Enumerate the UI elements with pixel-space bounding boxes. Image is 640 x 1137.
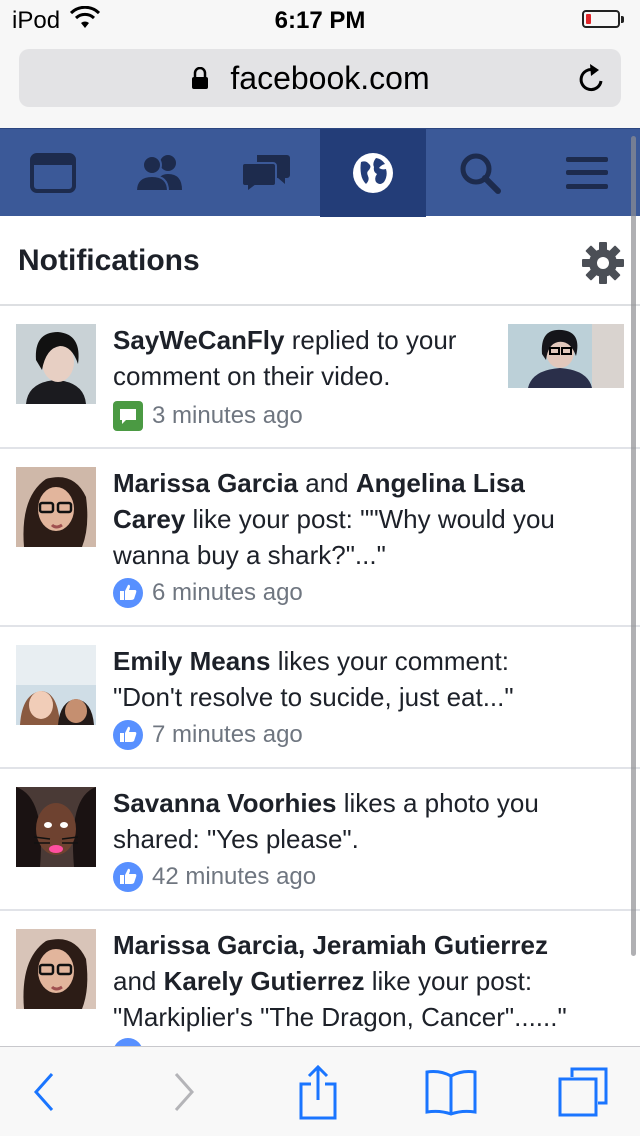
clock: 6:17 PM — [274, 7, 366, 34]
avatar — [16, 929, 96, 1009]
notification-item[interactable]: Savanna Voorhies likes a photo you share… — [0, 769, 640, 911]
share-button[interactable] — [278, 1047, 358, 1137]
search-tab[interactable] — [427, 129, 533, 217]
battery-icon — [582, 10, 624, 28]
notification-text: Marissa Garcia, Jeramiah Gutierrez and K… — [113, 930, 567, 1032]
notification-text: Emily Means likes your comment: "Don't r… — [113, 646, 514, 712]
notification-time: 3 minutes ago — [152, 402, 303, 429]
notifications-header: Notifications — [0, 216, 640, 306]
avatar — [16, 324, 96, 404]
notification-meta: 7 minutes ago — [113, 719, 303, 751]
like-icon — [113, 1038, 143, 1046]
notifications-tab[interactable] — [320, 129, 426, 217]
back-arrow-icon — [33, 1073, 54, 1111]
like-icon — [113, 720, 143, 750]
search-icon — [460, 153, 501, 194]
status-bar: iPod 6:17 PM — [0, 0, 640, 42]
news-feed-tab[interactable] — [0, 129, 106, 217]
share-icon — [299, 1064, 337, 1120]
avatar — [16, 787, 96, 867]
scrollbar[interactable] — [631, 136, 636, 956]
browser-toolbar — [0, 1046, 640, 1136]
notification-time: 7 minutes ago — [152, 721, 303, 748]
forward-arrow-icon — [174, 1073, 195, 1111]
bookmarks-button[interactable] — [411, 1047, 491, 1137]
comment-icon — [113, 401, 143, 431]
back-button[interactable] — [4, 1047, 84, 1137]
url-text[interactable]: facebook.com — [19, 60, 621, 97]
notification-meta: 6 minutes ago — [113, 577, 303, 609]
notification-meta: 42 minutes ago — [113, 861, 316, 893]
notification-text: Savanna Voorhies likes a photo you share… — [113, 788, 539, 854]
notification-item[interactable]: Marissa Garcia, Jeramiah Gutierrez and K… — [0, 911, 640, 1046]
notification-text: Marissa Garcia and Angelina Lisa Carey l… — [113, 468, 555, 570]
hamburger-menu-icon — [566, 157, 608, 189]
notification-text: SayWeCanFly replied to your comment on t… — [113, 325, 457, 391]
facebook-nav-bar — [0, 128, 640, 217]
notification-meta: 3 minutes ago — [113, 400, 303, 432]
like-icon — [113, 862, 143, 892]
tabs-button[interactable] — [543, 1047, 623, 1137]
news-feed-icon — [30, 153, 76, 193]
reload-icon[interactable] — [577, 62, 607, 94]
forward-button[interactable] — [144, 1047, 224, 1137]
notification-time: 6 minutes ago — [152, 579, 303, 606]
avatar — [16, 467, 96, 547]
avatar — [16, 645, 96, 725]
notification-item[interactable]: Emily Means likes your comment: "Don't r… — [0, 627, 640, 769]
notification-time: 42 minutes ago — [152, 863, 317, 890]
tabs-icon — [558, 1067, 608, 1117]
gear-icon[interactable] — [582, 242, 624, 284]
messages-icon — [241, 155, 290, 193]
address-bar[interactable]: facebook.com — [19, 49, 621, 107]
browser-chrome: facebook.com — [0, 42, 640, 128]
bookmarks-icon — [425, 1070, 477, 1116]
messages-tab[interactable] — [213, 129, 319, 217]
notification-item[interactable]: Marissa Garcia and Angelina Lisa Carey l… — [0, 449, 640, 627]
like-icon — [113, 578, 143, 608]
friends-icon — [134, 155, 182, 192]
video-thumbnail[interactable] — [508, 324, 624, 388]
globe-icon — [353, 153, 393, 193]
notification-item[interactable]: SayWeCanFly replied to your comment on t… — [0, 306, 640, 449]
friend-requests-tab[interactable] — [106, 129, 212, 217]
notification-meta — [113, 1037, 152, 1046]
menu-tab[interactable] — [534, 129, 640, 217]
page-title: Notifications — [18, 244, 200, 277]
